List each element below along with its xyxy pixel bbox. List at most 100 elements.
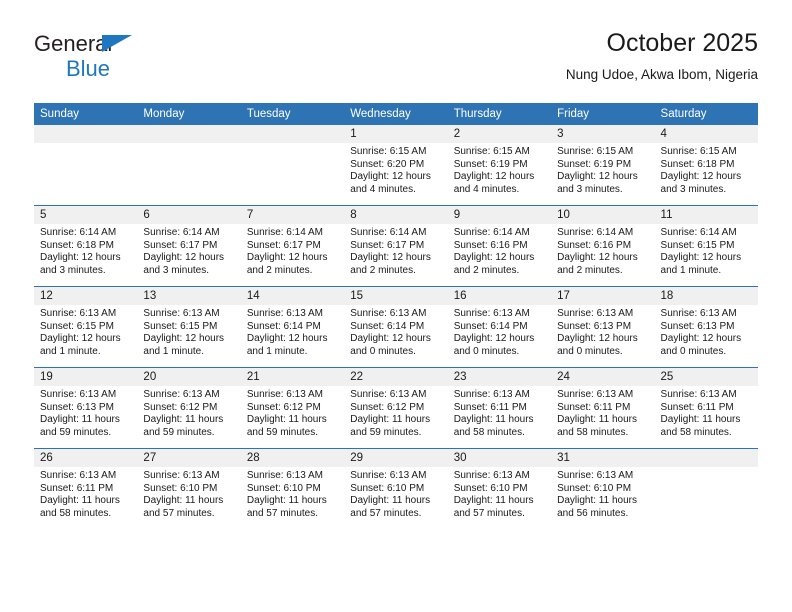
day-number: 23 — [447, 368, 552, 386]
sunset-text: Sunset: 6:19 PM — [453, 158, 528, 170]
day-cell-details: Sunrise: 6:13 AM Sunset: 6:11 PM Daylight:… — [551, 386, 654, 439]
calendar-day-cell[interactable]: 4 Sunrise: 6:15 AM Sunset: 6:18 PM Daylight… — [654, 125, 758, 206]
daylight-text-line2: and 57 minutes. — [453, 507, 525, 519]
calendar-day-cell[interactable]: 14 Sunrise: 6:13 AM Sunset: 6:14 PM Dayligh… — [240, 286, 345, 368]
calendar-day-cell[interactable]: 27 Sunrise: 6:13 AM Sunset: 6:10 PM Dayligh… — [137, 448, 241, 529]
sunset-text: Sunset: 6:17 PM — [246, 239, 321, 251]
sunset-text: Sunset: 6:20 PM — [350, 158, 425, 170]
day-cell-inner — [34, 125, 138, 205]
calendar-day-cell[interactable]: 10 Sunrise: 6:14 AM Sunset: 6:16 PM Dayligh… — [551, 205, 655, 287]
calendar-day-cell[interactable]: 28 Sunrise: 6:13 AM Sunset: 6:10 PM Dayligh… — [240, 448, 345, 529]
calendar-day-cell[interactable]: 9 Sunrise: 6:14 AM Sunset: 6:16 PM Daylight… — [447, 205, 552, 287]
day-number: 27 — [137, 449, 241, 467]
daylight-text-line2: and 59 minutes. — [246, 426, 319, 438]
sunrise-text: Sunrise: 6:13 AM — [453, 308, 530, 319]
calendar-day-cell[interactable]: 1 Sunrise: 6:15 AM Sunset: 6:20 PM Daylight… — [344, 125, 448, 206]
daylight-text-line2: and 4 minutes. — [453, 183, 520, 195]
daylight-text-line1: Daylight: 12 hours — [350, 333, 431, 345]
calendar-day-cell-empty — [240, 125, 345, 206]
day-number: 31 — [551, 449, 655, 467]
daylight-text-line1: Daylight: 11 hours — [350, 495, 431, 507]
sunrise-text: Sunrise: 6:14 AM — [246, 227, 323, 238]
weekday-header-tuesday: Tuesday — [240, 103, 345, 125]
daylight-text-line1: Daylight: 11 hours — [350, 414, 431, 426]
calendar-day-cell[interactable]: 17 Sunrise: 6:13 AM Sunset: 6:13 PM Dayligh… — [551, 286, 655, 368]
day-cell-inner: 1 Sunrise: 6:15 AM Sunset: 6:20 PM Daylight… — [344, 125, 448, 205]
calendar-day-cell[interactable]: 25 Sunrise: 6:13 AM Sunset: 6:11 PM Dayligh… — [654, 367, 758, 449]
day-cell-details: Sunrise: 6:15 AM Sunset: 6:19 PM Daylight:… — [551, 143, 654, 196]
day-cell-details: Sunrise: 6:13 AM Sunset: 6:12 PM Daylight:… — [241, 386, 344, 439]
day-cell-inner: 28 Sunrise: 6:13 AM Sunset: 6:10 PM Dayligh… — [240, 449, 345, 529]
day-cell-inner: 3 Sunrise: 6:15 AM Sunset: 6:19 PM Daylight… — [551, 125, 655, 205]
calendar-day-cell[interactable]: 21 Sunrise: 6:13 AM Sunset: 6:12 PM Dayligh… — [240, 367, 345, 449]
day-cell-details: Sunrise: 6:14 AM Sunset: 6:17 PM Daylight:… — [137, 224, 240, 277]
day-number — [137, 125, 241, 143]
day-cell-details: Sunrise: 6:13 AM Sunset: 6:13 PM Daylight:… — [655, 305, 758, 358]
calendar-day-cell[interactable]: 18 Sunrise: 6:13 AM Sunset: 6:13 PM Dayligh… — [654, 286, 758, 368]
day-cell-details: Sunrise: 6:14 AM Sunset: 6:17 PM Daylight:… — [241, 224, 344, 277]
calendar-day-cell[interactable]: 23 Sunrise: 6:13 AM Sunset: 6:11 PM Dayligh… — [447, 367, 552, 449]
day-cell-inner: 25 Sunrise: 6:13 AM Sunset: 6:11 PM Dayligh… — [654, 368, 758, 448]
calendar-day-cell[interactable]: 13 Sunrise: 6:13 AM Sunset: 6:15 PM Dayligh… — [137, 286, 241, 368]
generalblue-logo[interactable]: General Blue — [34, 32, 234, 88]
day-number: 14 — [240, 287, 345, 305]
calendar-day-cell[interactable]: 26 Sunrise: 6:13 AM Sunset: 6:11 PM Dayligh… — [34, 448, 138, 529]
day-cell-details: Sunrise: 6:13 AM Sunset: 6:14 PM Daylight:… — [241, 305, 344, 358]
day-number: 21 — [240, 368, 345, 386]
calendar-day-cell[interactable]: 6 Sunrise: 6:14 AM Sunset: 6:17 PM Daylight… — [137, 205, 241, 287]
calendar-day-cell[interactable]: 20 Sunrise: 6:13 AM Sunset: 6:12 PM Dayligh… — [137, 367, 241, 449]
calendar-day-cell[interactable]: 29 Sunrise: 6:13 AM Sunset: 6:10 PM Dayligh… — [344, 448, 448, 529]
calendar-day-cell[interactable]: 3 Sunrise: 6:15 AM Sunset: 6:19 PM Daylight… — [551, 125, 655, 206]
daylight-text-line2: and 3 minutes. — [143, 264, 210, 276]
calendar-day-cell[interactable]: 5 Sunrise: 6:14 AM Sunset: 6:18 PM Daylight… — [34, 205, 138, 287]
daylight-text-line2: and 0 minutes. — [350, 345, 416, 357]
daylight-text-line2: and 0 minutes. — [453, 345, 520, 357]
daylight-text-line2: and 0 minutes. — [557, 345, 623, 357]
calendar-day-cell[interactable]: 7 Sunrise: 6:14 AM Sunset: 6:17 PM Daylight… — [240, 205, 345, 287]
calendar-day-cell[interactable]: 8 Sunrise: 6:14 AM Sunset: 6:17 PM Daylight… — [344, 205, 448, 287]
sunset-text: Sunset: 6:11 PM — [557, 401, 631, 413]
calendar-day-cell[interactable]: 15 Sunrise: 6:13 AM Sunset: 6:14 PM Dayligh… — [344, 286, 448, 368]
brand-name-blue: Blue — [66, 56, 111, 81]
daylight-text-line1: Daylight: 11 hours — [40, 495, 120, 507]
daylight-text-line2: and 3 minutes. — [40, 264, 106, 276]
day-cell-inner: 5 Sunrise: 6:14 AM Sunset: 6:18 PM Daylight… — [34, 206, 138, 286]
day-cell-details: Sunrise: 6:13 AM Sunset: 6:12 PM Daylight:… — [137, 386, 240, 439]
calendar-day-cell-empty — [34, 125, 138, 206]
daylight-text-line1: Daylight: 11 hours — [40, 414, 120, 426]
sunrise-text: Sunrise: 6:13 AM — [40, 308, 117, 319]
day-cell-details: Sunrise: 6:13 AM Sunset: 6:12 PM Daylight:… — [344, 386, 447, 439]
sunrise-text: Sunrise: 6:13 AM — [246, 470, 323, 481]
sunrise-text: Sunrise: 6:13 AM — [143, 470, 220, 481]
daylight-text-line1: Daylight: 12 hours — [350, 252, 431, 264]
daylight-text-line1: Daylight: 12 hours — [660, 171, 742, 183]
sunrise-text: Sunrise: 6:15 AM — [660, 146, 737, 157]
calendar-day-cell[interactable]: 30 Sunrise: 6:13 AM Sunset: 6:10 PM Dayligh… — [447, 448, 552, 529]
calendar-day-cell[interactable]: 22 Sunrise: 6:13 AM Sunset: 6:12 PM Dayligh… — [344, 367, 448, 449]
day-cell-details: Sunrise: 6:13 AM Sunset: 6:13 PM Daylight:… — [551, 305, 654, 358]
day-number: 25 — [654, 368, 758, 386]
sunrise-text: Sunrise: 6:13 AM — [453, 470, 530, 481]
day-cell-inner: 21 Sunrise: 6:13 AM Sunset: 6:12 PM Dayligh… — [240, 368, 345, 448]
calendar-day-cell[interactable]: 31 Sunrise: 6:13 AM Sunset: 6:10 PM Dayligh… — [551, 448, 655, 529]
day-cell-details: Sunrise: 6:13 AM Sunset: 6:10 PM Daylight:… — [448, 467, 551, 520]
calendar-day-cell-empty — [137, 125, 241, 206]
calendar-day-cell[interactable]: 16 Sunrise: 6:13 AM Sunset: 6:14 PM Dayligh… — [447, 286, 552, 368]
day-number: 16 — [447, 287, 552, 305]
daylight-text-line1: Daylight: 12 hours — [40, 333, 121, 345]
day-cell-details: Sunrise: 6:14 AM Sunset: 6:16 PM Daylight:… — [551, 224, 654, 277]
sunrise-text: Sunrise: 6:13 AM — [453, 389, 530, 400]
daylight-text-line1: Daylight: 12 hours — [660, 333, 742, 345]
day-number: 1 — [344, 125, 448, 143]
day-number: 20 — [137, 368, 241, 386]
calendar-day-cell[interactable]: 24 Sunrise: 6:13 AM Sunset: 6:11 PM Dayligh… — [551, 367, 655, 449]
day-cell-inner: 6 Sunrise: 6:14 AM Sunset: 6:17 PM Daylight… — [137, 206, 241, 286]
calendar-day-cell-empty — [654, 448, 758, 529]
calendar-day-cell[interactable]: 2 Sunrise: 6:15 AM Sunset: 6:19 PM Daylight… — [447, 125, 552, 206]
sunrise-text: Sunrise: 6:15 AM — [557, 146, 634, 157]
calendar-page: General Blue October 2025 Nung Udoe, Akw… — [0, 0, 792, 612]
calendar-day-cell[interactable]: 19 Sunrise: 6:13 AM Sunset: 6:13 PM Dayligh… — [34, 367, 138, 449]
calendar-day-cell[interactable]: 12 Sunrise: 6:13 AM Sunset: 6:15 PM Dayligh… — [34, 286, 138, 368]
calendar-day-cell[interactable]: 11 Sunrise: 6:14 AM Sunset: 6:15 PM Dayligh… — [654, 205, 758, 287]
day-number: 24 — [551, 368, 655, 386]
